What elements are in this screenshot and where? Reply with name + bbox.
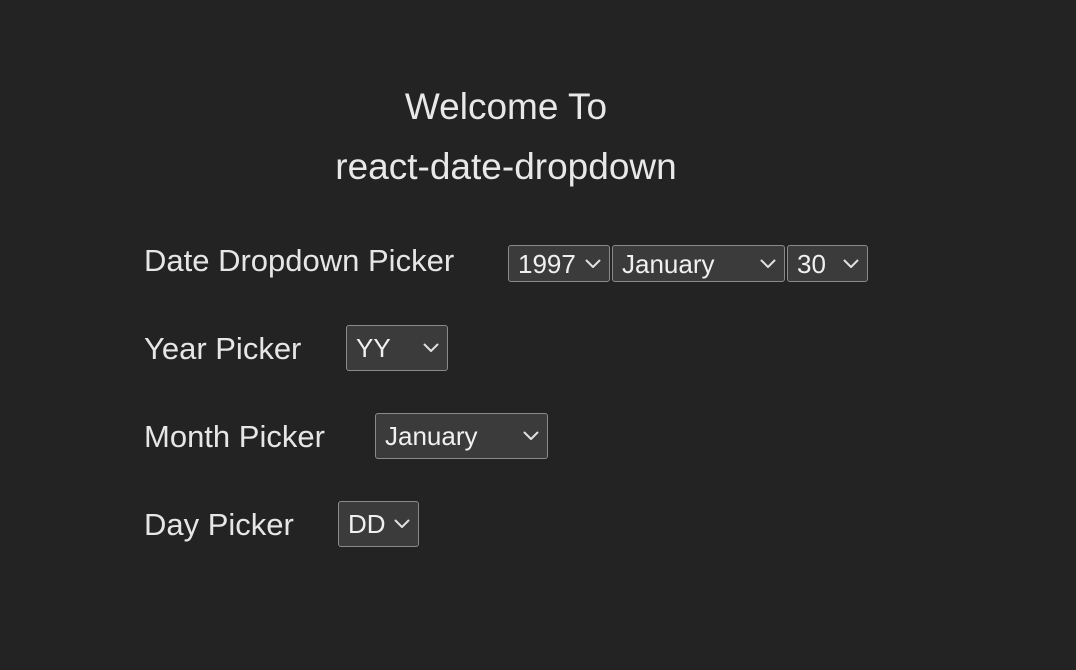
month-picker-value: January xyxy=(385,421,478,451)
chevron-down-icon xyxy=(423,343,439,353)
chevron-down-icon xyxy=(523,431,539,441)
chevron-down-icon xyxy=(585,259,601,269)
chevron-down-icon xyxy=(760,259,776,269)
month-picker-label: Month Picker xyxy=(144,419,325,454)
year-picker-value: YY xyxy=(356,333,391,363)
day-select[interactable]: 30 xyxy=(787,245,868,282)
welcome-heading: Welcome To xyxy=(404,86,608,127)
chevron-down-icon xyxy=(394,519,410,529)
year-picker-select[interactable]: YY xyxy=(346,325,448,371)
month-select-value: January xyxy=(622,248,715,279)
year-select[interactable]: 1997 xyxy=(508,245,610,282)
app-name-heading: react-date-dropdown xyxy=(335,146,677,187)
date-dropdown-picker-label: Date Dropdown Picker xyxy=(144,243,455,278)
year-select-value: 1997 xyxy=(518,248,576,279)
day-picker-select[interactable]: DD xyxy=(338,501,419,547)
year-picker-label: Year Picker xyxy=(144,331,302,366)
month-select[interactable]: January xyxy=(612,245,785,282)
chevron-down-icon xyxy=(843,259,859,269)
month-picker-select[interactable]: January xyxy=(375,413,548,459)
day-picker-value: DD xyxy=(348,509,386,539)
day-select-value: 30 xyxy=(797,248,826,279)
day-picker-label: Day Picker xyxy=(144,507,294,542)
